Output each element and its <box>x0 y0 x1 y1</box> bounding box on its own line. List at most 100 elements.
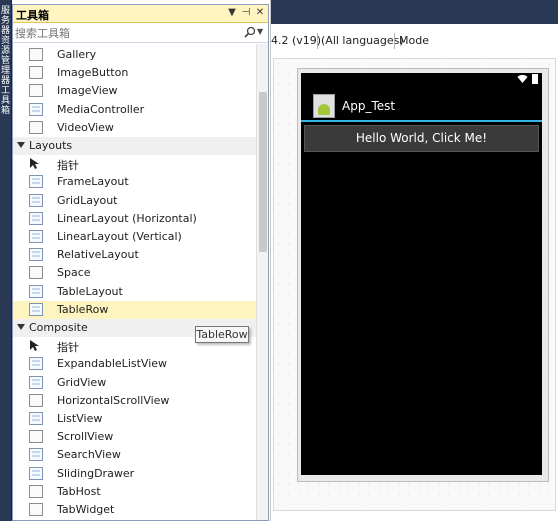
toolbox-item[interactable]: ScrollView <box>13 428 256 446</box>
blank-control-icon <box>29 120 43 134</box>
toolbox-item[interactable]: SearchView <box>13 446 256 464</box>
toolbox-item[interactable]: ListView <box>13 410 256 428</box>
grid-control-icon <box>29 302 43 316</box>
toolbox-item[interactable]: ImageButton <box>13 64 256 82</box>
api-level-selector[interactable]: 4.2 (v19) <box>271 34 321 47</box>
toolbox-item[interactable]: Space <box>13 264 256 282</box>
app-title: App_Test <box>342 99 396 113</box>
grid-control-icon <box>29 175 43 189</box>
toolbox-item-label: TabWidget <box>57 503 115 516</box>
grid-control-icon <box>29 375 43 389</box>
category-label: Layouts <box>29 139 73 152</box>
close-icon[interactable]: ✕ <box>253 6 267 20</box>
android-app-icon <box>313 94 335 118</box>
blank-control-icon <box>29 48 43 61</box>
grid-control-icon <box>29 211 43 225</box>
toolbox-item[interactable]: GridView <box>13 374 256 392</box>
toolbox-item[interactable]: FrameLayout <box>13 173 256 191</box>
window-position-dropdown-icon[interactable]: ▼ <box>225 6 239 20</box>
toolbox-item[interactable]: TableLayout <box>13 283 256 301</box>
side-strip-label: 服务器资源管理器 工具箱 <box>1 6 11 116</box>
grid-control-icon <box>29 248 43 262</box>
toolbox-item-label: VideoView <box>57 120 114 134</box>
status-bar <box>301 73 542 85</box>
designer-tab-strip <box>271 0 558 24</box>
category-label: Composite <box>29 321 88 334</box>
toolbar-separator <box>317 33 318 49</box>
toolbox-search: ▼ <box>13 24 268 43</box>
toolbox-item-label: 指针 <box>57 341 79 355</box>
toolbox-item[interactable]: TableRow <box>13 300 256 319</box>
grid-control-icon <box>29 448 43 462</box>
tooltip: TableRow <box>195 326 249 343</box>
blank-control-icon <box>29 503 43 516</box>
grid-control-icon <box>29 412 43 425</box>
blank-control-icon <box>29 484 43 498</box>
toolbox-item[interactable]: ExpandableListView <box>13 355 256 373</box>
toolbox-item-label: RelativeLayout <box>57 248 139 262</box>
toolbox-item-label: Space <box>57 266 91 280</box>
search-input[interactable] <box>15 26 243 41</box>
toolbox-item-label: LinearLayout (Vertical) <box>57 230 182 243</box>
toolbox-scrollbar[interactable] <box>256 44 268 520</box>
pointer-icon <box>29 157 43 170</box>
toolbox-item-label: ImageView <box>57 84 118 98</box>
action-bar: App_Test <box>301 88 542 122</box>
toolbox-list: Gallery ImageButton ImageView MediaControll… <box>13 44 256 520</box>
search-options-chevron-icon[interactable]: ▼ <box>257 27 263 36</box>
toolbox-item[interactable]: LinearLayout (Horizontal) <box>13 210 256 228</box>
toolbox-item[interactable]: RelativeLayout <box>13 246 256 264</box>
toolbox-title-bar: 工具箱 ▼ ⊣ ✕ <box>13 5 268 23</box>
toolbox-item[interactable]: TabHost <box>13 483 256 501</box>
toolbar-separator <box>394 33 395 49</box>
toolbox-item-label: ImageButton <box>57 66 129 80</box>
toolbox-panel: 工具箱 ▼ ⊣ ✕ ▼ Gallery ImageButton ImageView M… <box>12 4 269 521</box>
toolbox-item-label: ListView <box>57 412 103 425</box>
toolbox-title: 工具箱 <box>16 9 49 22</box>
expand-triangle-icon[interactable] <box>17 142 25 148</box>
wifi-icon <box>517 74 528 83</box>
toolbox-item-label: ExpandableListView <box>57 357 168 371</box>
toolbox-item-label: GridView <box>57 375 107 389</box>
toolbox-item[interactable]: SlidingDrawer <box>13 465 256 483</box>
auto-hide-pin-icon[interactable]: ⊣ <box>239 6 253 20</box>
toolbox-item[interactable]: Gallery <box>13 46 256 64</box>
blank-control-icon <box>29 84 43 98</box>
toolbox-item-label: TabHost <box>57 484 101 498</box>
toolbox-item[interactable]: MediaController <box>13 101 256 119</box>
toolbox-item-label: TableRow <box>57 302 109 316</box>
toolbox-item[interactable]: LinearLayout (Vertical) <box>13 228 256 246</box>
toolbox-item[interactable]: TabWidget <box>13 501 256 519</box>
toolbox-item-label: ScrollView <box>57 430 114 444</box>
expand-triangle-icon[interactable] <box>17 324 25 330</box>
blank-control-icon <box>29 393 43 407</box>
grid-control-icon <box>29 466 43 480</box>
scrollbar-thumb[interactable] <box>259 92 267 252</box>
toolbox-item-label: SlidingDrawer <box>57 466 135 480</box>
battery-icon <box>532 74 538 84</box>
device-screen[interactable]: App_Test Hello World, Click Me! <box>301 73 542 475</box>
toolbox-item-label: HorizontalScrollView <box>57 393 170 407</box>
hello-world-button[interactable]: Hello World, Click Me! <box>304 125 539 152</box>
toolbox-item-label: TableLayout <box>57 284 123 298</box>
toolbox-item-label: SearchView <box>57 448 121 462</box>
toolbox-item[interactable]: GridLayout <box>13 192 256 210</box>
toolbox-category-layouts[interactable]: Layouts <box>13 137 256 155</box>
mode-selector[interactable]: Mode <box>399 34 429 47</box>
toolbox-item[interactable]: VideoView <box>13 119 256 137</box>
pointer-icon <box>29 339 43 352</box>
toolbox-item[interactable]: HorizontalScrollView <box>13 392 256 410</box>
language-selector[interactable]: (All languages) <box>321 34 404 47</box>
designer-toolbar: 4.2 (v19) (All languages) Mode <box>271 30 558 52</box>
server-explorer-strip[interactable]: 服务器资源管理器 工具箱 <box>0 0 12 521</box>
toolbox-item[interactable]: ImageView <box>13 82 256 100</box>
toolbox-item-label: GridLayout <box>57 193 118 207</box>
toolbox-item[interactable]: 指针 <box>13 155 256 173</box>
grid-control-icon <box>29 230 43 243</box>
grid-control-icon <box>29 357 43 371</box>
toolbox-item-label: 指针 <box>57 159 79 173</box>
grid-control-icon <box>29 102 43 116</box>
grid-control-icon <box>29 193 43 207</box>
search-icon[interactable] <box>243 25 257 41</box>
toolbox-item-label: FrameLayout <box>57 175 129 189</box>
